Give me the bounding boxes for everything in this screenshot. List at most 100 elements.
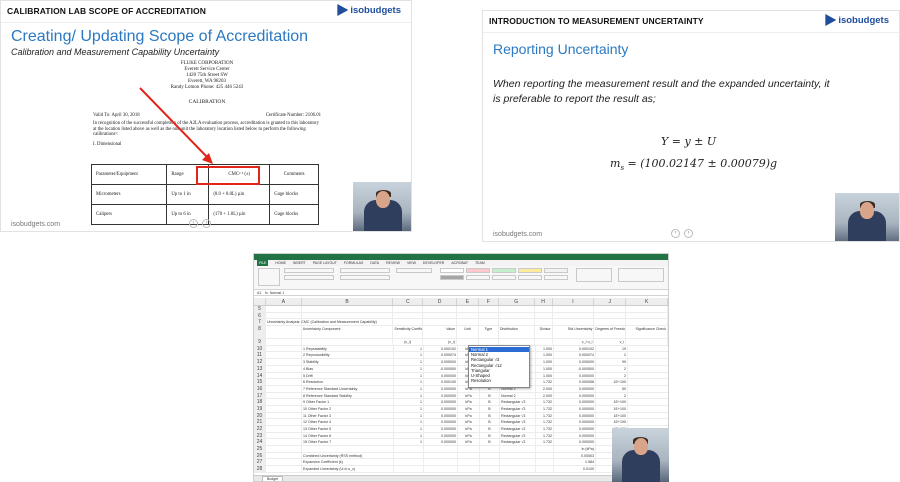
cell[interactable] xyxy=(266,312,302,319)
table-row[interactable]: 7 Uncertainty Analysis: CMC (Calibration … xyxy=(254,319,668,327)
slide-nav[interactable]: ‹ › xyxy=(671,229,693,238)
formula-bar[interactable]: A1 fx Normal 1 xyxy=(254,290,668,296)
cell[interactable] xyxy=(500,466,536,472)
cell[interactable]: 10 Other Factor 2 xyxy=(302,405,394,412)
cell[interactable] xyxy=(536,452,554,459)
column-header[interactable]: H xyxy=(535,298,553,305)
cell[interactable] xyxy=(266,385,302,392)
cell[interactable]: 1.000 xyxy=(536,359,554,365)
cell[interactable] xyxy=(626,319,668,326)
column-header[interactable]: E xyxy=(457,298,479,305)
cell[interactable]: B xyxy=(480,426,500,432)
column-header[interactable]: K xyxy=(626,298,668,305)
table-row[interactable]: 18 9 Other Factor 1 1 0.000000 kPa B Rectangul… xyxy=(254,399,668,406)
table-row[interactable]: 134 Bias1-0.000500kPaANormal 11.000-0.00… xyxy=(254,365,668,373)
cell[interactable]: 1.984 xyxy=(554,459,596,466)
cell[interactable] xyxy=(302,446,394,452)
cell[interactable]: kPa xyxy=(458,412,480,419)
cell[interactable]: 1 xyxy=(394,385,424,392)
cell[interactable] xyxy=(500,459,536,466)
cell[interactable]: 0.000058 xyxy=(554,379,596,385)
style-neutral[interactable] xyxy=(518,268,542,273)
formula-input[interactable]: Normal 1 xyxy=(270,291,284,295)
cell[interactable]: 1 xyxy=(394,352,424,359)
cell[interactable]: kPa xyxy=(458,392,480,399)
cell[interactable]: 0.000000 xyxy=(554,399,596,405)
cell[interactable]: 9 Other Factor 1 xyxy=(302,399,394,405)
cell[interactable]: 2.000 xyxy=(536,392,554,399)
cell[interactable]: v_i xyxy=(594,339,627,345)
cell[interactable]: 2 Reproducibility xyxy=(302,352,394,359)
column-header[interactable]: D xyxy=(423,298,458,305)
table-row[interactable]: 24 15 Other Factor 7 1 0.000000 kPa B Rectangu… xyxy=(254,439,668,447)
cell[interactable] xyxy=(302,339,394,345)
cell[interactable]: 2 xyxy=(596,372,628,379)
cell[interactable]: Rectangular √3 xyxy=(500,419,536,425)
editing-group[interactable] xyxy=(618,268,664,282)
table-row[interactable]: 6 xyxy=(254,312,668,320)
cell[interactable] xyxy=(458,466,480,472)
cell[interactable]: c_i·u_i xyxy=(553,339,595,345)
cell[interactable]: 0.000100 xyxy=(424,379,458,385)
cell[interactable]: 6 Resolution xyxy=(302,379,394,385)
cell[interactable]: Rectangular √3 xyxy=(500,412,536,419)
cell[interactable]: 15 Other Factor 7 xyxy=(302,439,394,446)
cell[interactable]: Sensitivity Coefficient xyxy=(393,326,424,339)
slide-nav[interactable]: ‹ › xyxy=(189,219,211,228)
cell[interactable]: Normal 2 xyxy=(500,392,536,399)
table-row[interactable]: 17 8 Reference Standard Stability 1 0.00000… xyxy=(254,392,668,400)
cell[interactable]: Significance Check xyxy=(626,326,668,339)
cell[interactable]: 0.000000 xyxy=(554,372,596,379)
cell[interactable] xyxy=(479,339,499,345)
cell[interactable] xyxy=(535,319,553,326)
cell[interactable] xyxy=(266,372,302,379)
cell[interactable]: Divisor xyxy=(535,326,553,339)
cell[interactable] xyxy=(594,306,627,312)
table-row[interactable]: 145 Drift10.000000kPaANormal 11.0000.000… xyxy=(254,372,668,380)
cell[interactable]: 0.000000 xyxy=(554,405,596,412)
table-row[interactable]: 112 Reproducibility10.000074kPaANormal 1… xyxy=(254,352,668,360)
table-row[interactable]: 22 13 Other Factor 5 1 0.000000 kPa B Rectangu… xyxy=(254,426,668,433)
table-row[interactable]: 123 Stability10.005000kPaANormal 11.0000… xyxy=(254,359,668,366)
font-format-buttons[interactable] xyxy=(284,275,334,280)
style-input[interactable] xyxy=(492,275,516,280)
cell[interactable] xyxy=(479,306,499,312)
cell[interactable] xyxy=(266,379,302,385)
cell[interactable]: 0.000000 xyxy=(424,399,458,405)
cell[interactable]: 0.000000 xyxy=(424,426,458,432)
column-header[interactable]: F xyxy=(479,298,499,305)
cell[interactable]: 1.732 xyxy=(536,399,554,405)
cell[interactable]: 7 Reference Standard Uncertainty xyxy=(302,385,394,392)
cell[interactable]: 0.00503 xyxy=(554,452,596,459)
cell[interactable]: 0.000000 xyxy=(554,439,596,446)
style-linked[interactable] xyxy=(518,275,542,280)
cell[interactable] xyxy=(302,306,394,312)
cell[interactable]: 1E+100 xyxy=(596,399,628,405)
cell[interactable]: 1 xyxy=(394,392,424,399)
cell[interactable] xyxy=(499,339,535,345)
cell[interactable]: 19 xyxy=(596,345,628,352)
cell[interactable] xyxy=(266,359,302,365)
number-format-select[interactable] xyxy=(396,268,432,273)
cell[interactable]: 0.000000 xyxy=(554,432,596,439)
sheet-tabs[interactable]: Budget xyxy=(254,475,668,481)
cell[interactable]: B xyxy=(480,399,500,405)
column-header[interactable]: I xyxy=(553,298,595,305)
table-row[interactable]: 156 Resolution10.000100kPaBRectangular √… xyxy=(254,379,668,386)
cell[interactable]: 0.000000 xyxy=(424,385,458,392)
cell[interactable]: 1 xyxy=(394,412,424,419)
cell[interactable]: Std Uncertainty xyxy=(553,326,595,339)
cell[interactable]: 1.000 xyxy=(536,365,554,372)
cell[interactable]: 1E+100 xyxy=(596,379,628,385)
cell[interactable] xyxy=(266,345,302,352)
cell[interactable] xyxy=(423,306,458,312)
summary-row[interactable]: 27 Expansion Coefficient (k) 1.984 xyxy=(254,459,668,467)
cell[interactable] xyxy=(266,432,302,439)
cell[interactable] xyxy=(480,466,500,472)
cell[interactable]: Rectangular √3 xyxy=(500,439,536,446)
cell[interactable] xyxy=(423,312,458,319)
cell[interactable] xyxy=(626,306,668,312)
cell[interactable] xyxy=(500,452,536,459)
cell[interactable] xyxy=(394,452,424,459)
cell[interactable] xyxy=(536,446,554,452)
